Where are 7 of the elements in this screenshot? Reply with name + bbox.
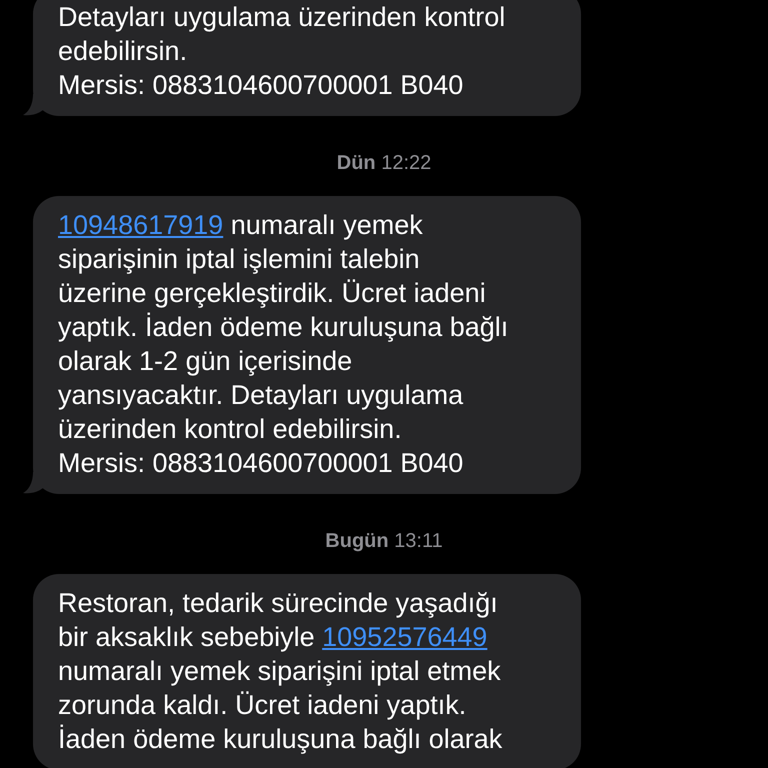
message-text: 10948617919 numaralı yemek siparişinin iptal işlemini talebin üzerine gerçekleştirdik. Ücret iadeni yaptık. İaden ödeme kuruluşuna bağlı olarak 1-2 gün içerisinde yansıyacaktır. Detayları uygulama üzerinden kontrol edebilirsin. Mersis: 0883104600700001 B040	[58, 209, 510, 480]
order-number-link[interactable]: 10948617919	[58, 210, 224, 240]
timestamp: Bugün 13:11	[324, 529, 444, 554]
order-number-link[interactable]: 10952576449	[322, 622, 488, 652]
message-text: Restoran, tedarik sürecinde yaşadığı bir aksaklık sebebiyle 10952576449 numaralı yemek siparişini iptal etmek zorunda kaldı. Ücret iadeni yaptık. İaden ödeme kuruluşuna bağlı olarak	[58, 587, 504, 756]
message-text: Detayları uygulama üzerinden kontrol edebilirsin. Mersis: 0883104600700001 B040	[58, 1, 506, 102]
timestamp: Dün 12:22	[336, 151, 432, 176]
